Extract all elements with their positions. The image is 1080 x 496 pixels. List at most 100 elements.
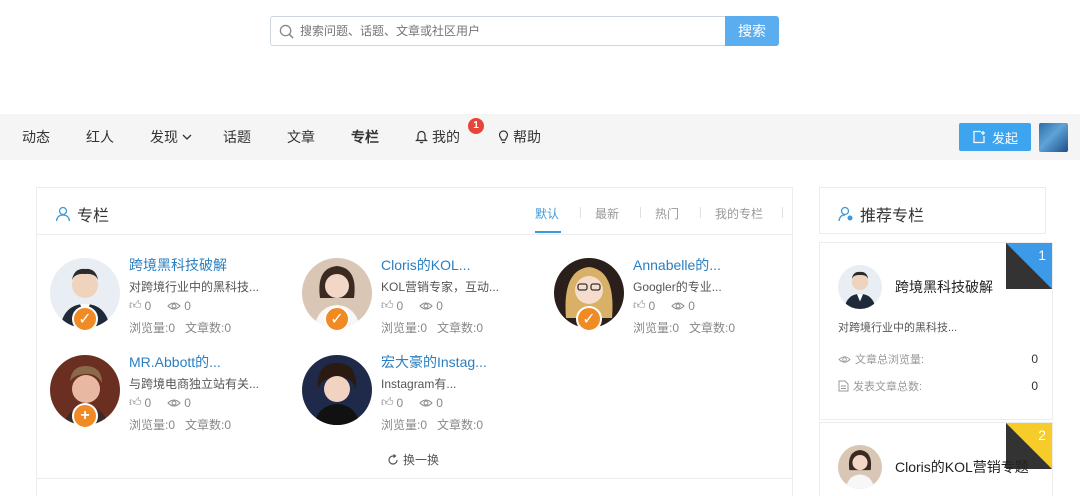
like-count: 0 (144, 395, 152, 410)
nav-item-influencers[interactable]: 红人 (86, 114, 114, 160)
card-counts: 浏览量:0 文章数:0 (633, 319, 735, 336)
eye-icon (167, 302, 181, 309)
recommend-title-text: 推荐专栏 (860, 208, 925, 225)
article-count: 文章数:0 (437, 418, 484, 432)
card-counts: 浏览量:0 文章数:0 (381, 416, 483, 433)
page: 搜索 动态 红人 发现 话题 文章 专栏 我的 帮助 1 发起 专栏 (0, 0, 1080, 496)
search-button[interactable]: 搜索 (725, 16, 779, 46)
thumbs-up-icon[interactable]: 👍︎ (633, 298, 646, 313)
column-card[interactable]: 宏大豪的Instag... Instagram有... 👍︎ 0 0 浏览量:0 文… (302, 352, 532, 445)
refresh-button[interactable]: 换一换 (387, 451, 439, 468)
column-panel-title: 专栏 (55, 202, 109, 226)
pageview-count: 浏览量:0 (381, 321, 428, 335)
nav-item-feed[interactable]: 动态 (22, 114, 50, 160)
like-count: 0 (648, 298, 656, 313)
eye-icon (838, 355, 851, 363)
search-box[interactable] (270, 16, 725, 46)
nav-label: 红人 (86, 129, 114, 145)
publish-icon (973, 130, 985, 144)
column-card[interactable]: ✓ 跨境黑科技破解 对跨境行业中的黑科技... 👍︎ 0 0 浏览量:0 文章数:0 (50, 255, 280, 348)
card-stats: 👍︎ 0 0 (129, 298, 191, 313)
nav-label: 我的 (432, 129, 460, 145)
tab-my-columns[interactable]: 我的专栏 (715, 205, 763, 222)
rank-number: 1 (1038, 247, 1046, 263)
nav-item-help[interactable]: 帮助 (498, 114, 541, 160)
nav-label: 专栏 (351, 129, 379, 145)
publish-button[interactable]: 发起 (959, 123, 1031, 151)
recommend-name[interactable]: 跨境黑科技破解 (895, 277, 993, 297)
pageview-count: 浏览量:0 (633, 321, 680, 335)
view-count: 0 (688, 298, 695, 313)
card-desc: Googler的专业... (633, 280, 722, 294)
card-stats: 👍︎ 0 0 (381, 298, 443, 313)
article-count: 文章数:0 (689, 321, 736, 335)
card-counts: 浏览量:0 文章数:0 (381, 319, 483, 336)
nav-item-mine[interactable]: 我的 (415, 114, 460, 160)
column-card[interactable]: ✓ Annabelle的... Googler的专业... 👍︎ 0 0 浏览量:… (554, 255, 784, 348)
nav-item-discover[interactable]: 发现 (150, 114, 192, 160)
user-avatar[interactable] (1039, 123, 1068, 152)
tab-divider (782, 207, 783, 218)
top-nav: 动态 红人 发现 话题 文章 专栏 我的 帮助 (0, 114, 1080, 160)
nav-item-columns[interactable]: 专栏 (351, 114, 379, 160)
card-name[interactable]: Cloris的KOL... (381, 255, 470, 275)
card-counts: 浏览量:0 文章数:0 (129, 319, 231, 336)
article-count: 文章数:0 (185, 321, 232, 335)
tab-hot[interactable]: 热门 (655, 205, 679, 222)
total-articles-label: 发表文章总数: (853, 381, 923, 393)
total-views-label: 文章总浏览量: (855, 354, 925, 366)
card-desc: KOL营销专家，互动... (381, 280, 500, 294)
follow-plus-icon[interactable]: + (72, 403, 98, 429)
bulb-icon (498, 130, 509, 144)
recommend-name[interactable]: Cloris的KOL营销专题 (895, 457, 1029, 477)
tab-divider (580, 207, 581, 218)
column-panel-header: 专栏 默认 最新 热门 我的专栏 (37, 188, 792, 235)
nav-item-topics[interactable]: 话题 (223, 114, 251, 160)
eye-icon (671, 302, 685, 309)
card-name[interactable]: MR.Abbott的... (129, 352, 221, 372)
thumbs-up-icon[interactable]: 👍︎ (129, 395, 142, 410)
tab-active-indicator (535, 231, 561, 233)
card-name[interactable]: 跨境黑科技破解 (129, 255, 227, 275)
card-name[interactable]: Annabelle的... (633, 255, 721, 275)
search-input[interactable] (300, 24, 700, 38)
search-bar: 搜索 (270, 16, 779, 46)
avatar[interactable] (302, 355, 372, 425)
rank-number: 2 (1038, 427, 1046, 443)
view-count: 0 (436, 395, 443, 410)
recommend-item[interactable]: 2 Cloris的KOL营销专题 (819, 422, 1053, 496)
article-count: 文章数:0 (437, 321, 484, 335)
thumbs-up-icon[interactable]: 👍︎ (381, 395, 394, 410)
card-stats: 👍︎ 0 0 (633, 298, 695, 313)
tab-latest[interactable]: 最新 (595, 205, 619, 222)
column-card[interactable]: ✓ Cloris的KOL... KOL营销专家，互动... 👍︎ 0 0 浏览量:… (302, 255, 532, 348)
tab-divider (640, 207, 641, 218)
nav-label: 文章 (287, 129, 315, 145)
like-count: 0 (396, 395, 404, 410)
bell-icon (415, 130, 428, 144)
column-card[interactable]: + MR.Abbott的... 与跨境电商独立站有关... 👍︎ 0 0 浏览量:… (50, 352, 280, 445)
nav-item-articles[interactable]: 文章 (287, 114, 315, 160)
card-name[interactable]: 宏大豪的Instag... (381, 352, 487, 372)
pageview-count: 浏览量:0 (129, 321, 176, 335)
publish-label: 发起 (991, 130, 1018, 146)
nav-label: 帮助 (513, 129, 541, 145)
avatar[interactable] (838, 445, 882, 489)
search-icon (279, 24, 294, 39)
total-articles-value: 0 (1031, 379, 1038, 393)
avatar[interactable] (838, 265, 882, 309)
thumbs-up-icon[interactable]: 👍︎ (129, 298, 142, 313)
total-articles-row: 发表文章总数: 0 (838, 378, 1038, 394)
document-icon (838, 380, 849, 392)
view-count: 0 (436, 298, 443, 313)
eye-icon (167, 399, 181, 406)
card-desc: 对跨境行业中的黑科技... (129, 280, 260, 294)
tab-default[interactable]: 默认 (535, 205, 559, 222)
tab-divider (700, 207, 701, 218)
pageview-count: 浏览量:0 (381, 418, 428, 432)
card-stats: 👍︎ 0 0 (129, 395, 191, 410)
card-desc: Instagram有... (381, 377, 457, 391)
recommend-item[interactable]: 1 跨境黑科技破解 对跨境行业中的黑科技... 文章总浏览量: 0 发表文章总数… (819, 242, 1053, 420)
recommend-title: 推荐专栏 (838, 202, 924, 226)
thumbs-up-icon[interactable]: 👍︎ (381, 298, 394, 313)
